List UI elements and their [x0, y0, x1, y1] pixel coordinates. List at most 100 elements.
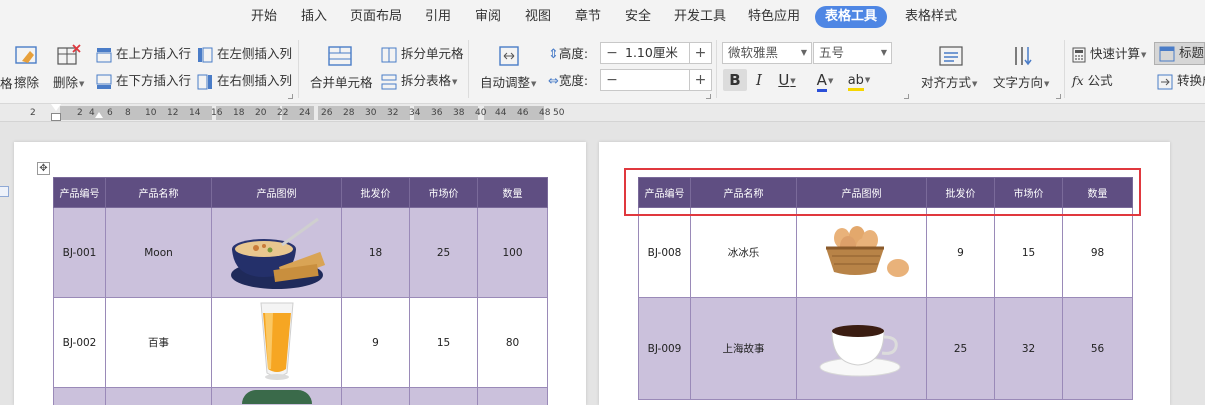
header-product-name[interactable]: 产品名称	[105, 177, 212, 208]
cell-wholesale-price[interactable]	[341, 387, 410, 405]
bold-button[interactable]: B	[723, 69, 747, 91]
cell-product-name[interactable]: 百事	[105, 297, 212, 388]
cell-product-name[interactable]: Moon	[105, 207, 212, 298]
document-page-1[interactable]: ✥ 产品编号 产品名称 产品图例 批发价 市场价 数量 BJ-001 Moon	[14, 142, 586, 405]
tab-start[interactable]: 开始	[246, 6, 282, 28]
header-product-id[interactable]: 产品编号	[53, 177, 106, 208]
align-button[interactable]: 对齐方式▼	[921, 75, 977, 92]
cell-product-image[interactable]	[211, 387, 342, 405]
split-table-button[interactable]: 拆分表格▼	[381, 73, 457, 90]
height-stepper[interactable]: − 1.10厘米 +	[600, 42, 712, 64]
cell-market-price[interactable]: 25	[409, 207, 478, 298]
cell-wholesale-price[interactable]: 9	[341, 297, 410, 388]
cell-product-id[interactable]: BJ-002	[53, 297, 106, 388]
cell-product-image[interactable]	[211, 207, 342, 298]
header-product-image[interactable]: 产品图例	[211, 177, 342, 208]
split-cells-button[interactable]: 拆分单元格	[381, 46, 464, 63]
table-move-handle-icon[interactable]: ✥	[37, 162, 50, 175]
tab-page-layout[interactable]: 页面布局	[346, 6, 406, 28]
group-corner-icon[interactable]	[706, 94, 711, 99]
ruler-number: 16	[211, 108, 223, 118]
title-row-button[interactable]: 标题行	[1154, 42, 1205, 65]
tab-security[interactable]: 安全	[620, 6, 656, 28]
horizontal-ruler[interactable]: 2 2 4 6 8 10 12 14 16 18 20 22 24 26 28 30 32 34 36 38 40 44 4…	[0, 104, 1205, 122]
chevron-down-icon: ▼	[880, 48, 887, 57]
font-size-select[interactable]: 五号 ▼	[813, 42, 892, 64]
merge-cells-button[interactable]: 合并单元格	[310, 75, 373, 91]
cell-product-id[interactable]	[53, 387, 106, 405]
insert-above-button[interactable]: 在上方插入行	[96, 46, 191, 63]
cell-quantity[interactable]: 100	[477, 207, 548, 298]
width-increase-button[interactable]: +	[689, 70, 711, 90]
product-table-page-1[interactable]: 产品编号 产品名称 产品图例 批发价 市场价 数量 BJ-001 Moon 18…	[53, 177, 548, 405]
cell-product-name[interactable]: 上海故事	[690, 297, 797, 400]
tab-table-tools[interactable]: 表格工具	[815, 6, 887, 28]
insert-row-below-icon	[96, 74, 112, 89]
ruler-number: 30	[365, 108, 377, 118]
cell-product-id[interactable]: BJ-008	[638, 207, 691, 298]
cell-quantity[interactable]: 56	[1062, 297, 1133, 400]
document-page-2[interactable]: 产品编号 产品名称 产品图例 批发价 市场价 数量 BJ-008 冰冰乐 9 1…	[599, 142, 1170, 405]
cell-product-id[interactable]: BJ-001	[53, 207, 106, 298]
insert-right-button[interactable]: 在右侧插入列	[197, 73, 292, 90]
ruler-number: 24	[299, 108, 311, 118]
menu-bar: 开始 插入 页面布局 引用 审阅 视图 章节 安全 开发工具 特色应用 表格工具…	[0, 0, 1205, 34]
height-decrease-button[interactable]: −	[601, 43, 623, 63]
formula-button[interactable]: fx 公式	[1072, 73, 1113, 89]
indent-marker-icon[interactable]	[51, 113, 61, 121]
header-quantity[interactable]: 数量	[477, 177, 548, 208]
cell-wholesale-price[interactable]: 9	[926, 207, 995, 298]
ruler-number: 28	[343, 108, 355, 118]
tab-chapter[interactable]: 章节	[570, 6, 606, 28]
cell-quantity[interactable]	[477, 387, 548, 405]
height-increase-button[interactable]: +	[689, 43, 711, 63]
cell-quantity[interactable]: 80	[477, 297, 548, 388]
cell-product-image[interactable]	[796, 207, 927, 298]
height-value[interactable]: 1.10厘米	[625, 43, 678, 63]
tab-review[interactable]: 审阅	[470, 6, 506, 28]
ruler-number: 48	[539, 108, 551, 118]
cell-product-image[interactable]	[211, 297, 342, 388]
highlight-button[interactable]: ab▼	[843, 69, 875, 91]
insert-left-button[interactable]: 在左侧插入列	[197, 46, 292, 63]
underline-button[interactable]: U▼	[772, 69, 802, 91]
font-name-select[interactable]: 微软雅黑 ▼	[722, 42, 812, 64]
indent-marker-icon[interactable]	[51, 104, 61, 111]
cell-quantity[interactable]: 98	[1062, 207, 1133, 298]
cell-wholesale-price[interactable]: 18	[341, 207, 410, 298]
group-corner-icon[interactable]	[1056, 94, 1061, 99]
tab-view[interactable]: 视图	[520, 6, 556, 28]
erase-button[interactable]: 擦除	[14, 75, 39, 91]
group-corner-icon[interactable]	[904, 94, 909, 99]
ruler-band	[484, 106, 544, 120]
cell-product-name[interactable]	[105, 387, 212, 405]
italic-button[interactable]: I	[747, 69, 771, 91]
convert-button[interactable]: 转换成	[1157, 73, 1205, 90]
quick-calc-button[interactable]: 快速计算▼	[1072, 46, 1146, 63]
cell-market-price[interactable]: 15	[409, 297, 478, 388]
delete-button[interactable]: 删除▼	[53, 75, 84, 92]
cell-wholesale-price[interactable]: 25	[926, 297, 995, 400]
group-corner-icon[interactable]	[288, 94, 293, 99]
tab-developer[interactable]: 开发工具	[670, 6, 730, 28]
cell-product-image[interactable]	[796, 297, 927, 400]
header-wholesale-price[interactable]: 批发价	[341, 177, 410, 208]
width-stepper[interactable]: − +	[600, 69, 712, 91]
cell-product-name[interactable]: 冰冰乐	[690, 207, 797, 298]
cell-market-price[interactable]: 15	[994, 207, 1063, 298]
tab-special[interactable]: 特色应用	[744, 6, 804, 28]
tab-insert[interactable]: 插入	[296, 6, 332, 28]
auto-fit-button[interactable]: 自动调整▼	[480, 75, 536, 92]
tab-marker-icon[interactable]	[95, 112, 103, 118]
text-direction-button[interactable]: 文字方向▼	[993, 75, 1049, 92]
cell-market-price[interactable]: 32	[994, 297, 1063, 400]
font-color-button[interactable]: A▼	[810, 69, 840, 92]
insert-below-button[interactable]: 在下方插入行	[96, 73, 191, 90]
header-market-price[interactable]: 市场价	[409, 177, 478, 208]
tab-table-style[interactable]: 表格样式	[900, 6, 962, 28]
width-decrease-button[interactable]: −	[601, 70, 623, 90]
cell-market-price[interactable]	[409, 387, 478, 405]
cell-product-id[interactable]: BJ-009	[638, 297, 691, 400]
width-icon: ⇔	[548, 74, 559, 89]
tab-reference[interactable]: 引用	[420, 6, 456, 28]
